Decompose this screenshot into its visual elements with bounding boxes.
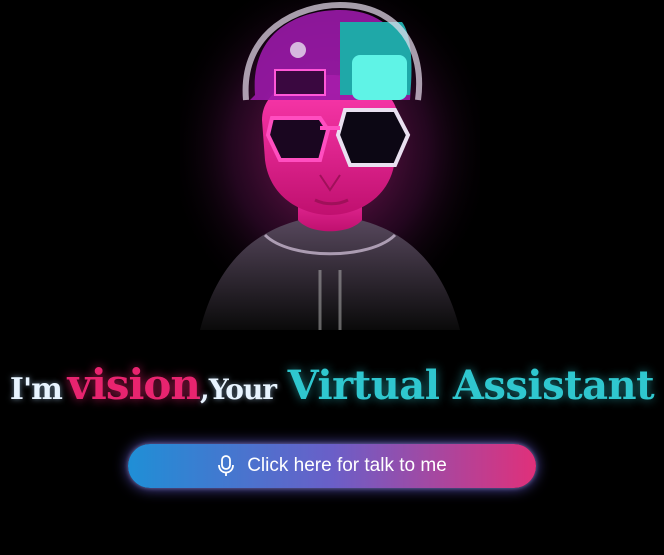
assistant-page: I'm vision,Your Virtual Assistant Click … — [0, 0, 664, 555]
assistant-role: Virtual Assistant — [287, 362, 655, 409]
greeting-prefix: I'm — [9, 372, 63, 407]
greeting-middle: ,Your — [199, 373, 277, 406]
headline: I'm vision,Your Virtual Assistant — [0, 360, 664, 409]
microphone-icon — [218, 455, 235, 476]
talk-button-label: Click here for talk to me — [247, 455, 447, 476]
assistant-name: vision — [67, 360, 201, 409]
talk-to-me-button[interactable]: Click here for talk to me — [128, 444, 536, 488]
assistant-avatar-image — [180, 0, 480, 330]
